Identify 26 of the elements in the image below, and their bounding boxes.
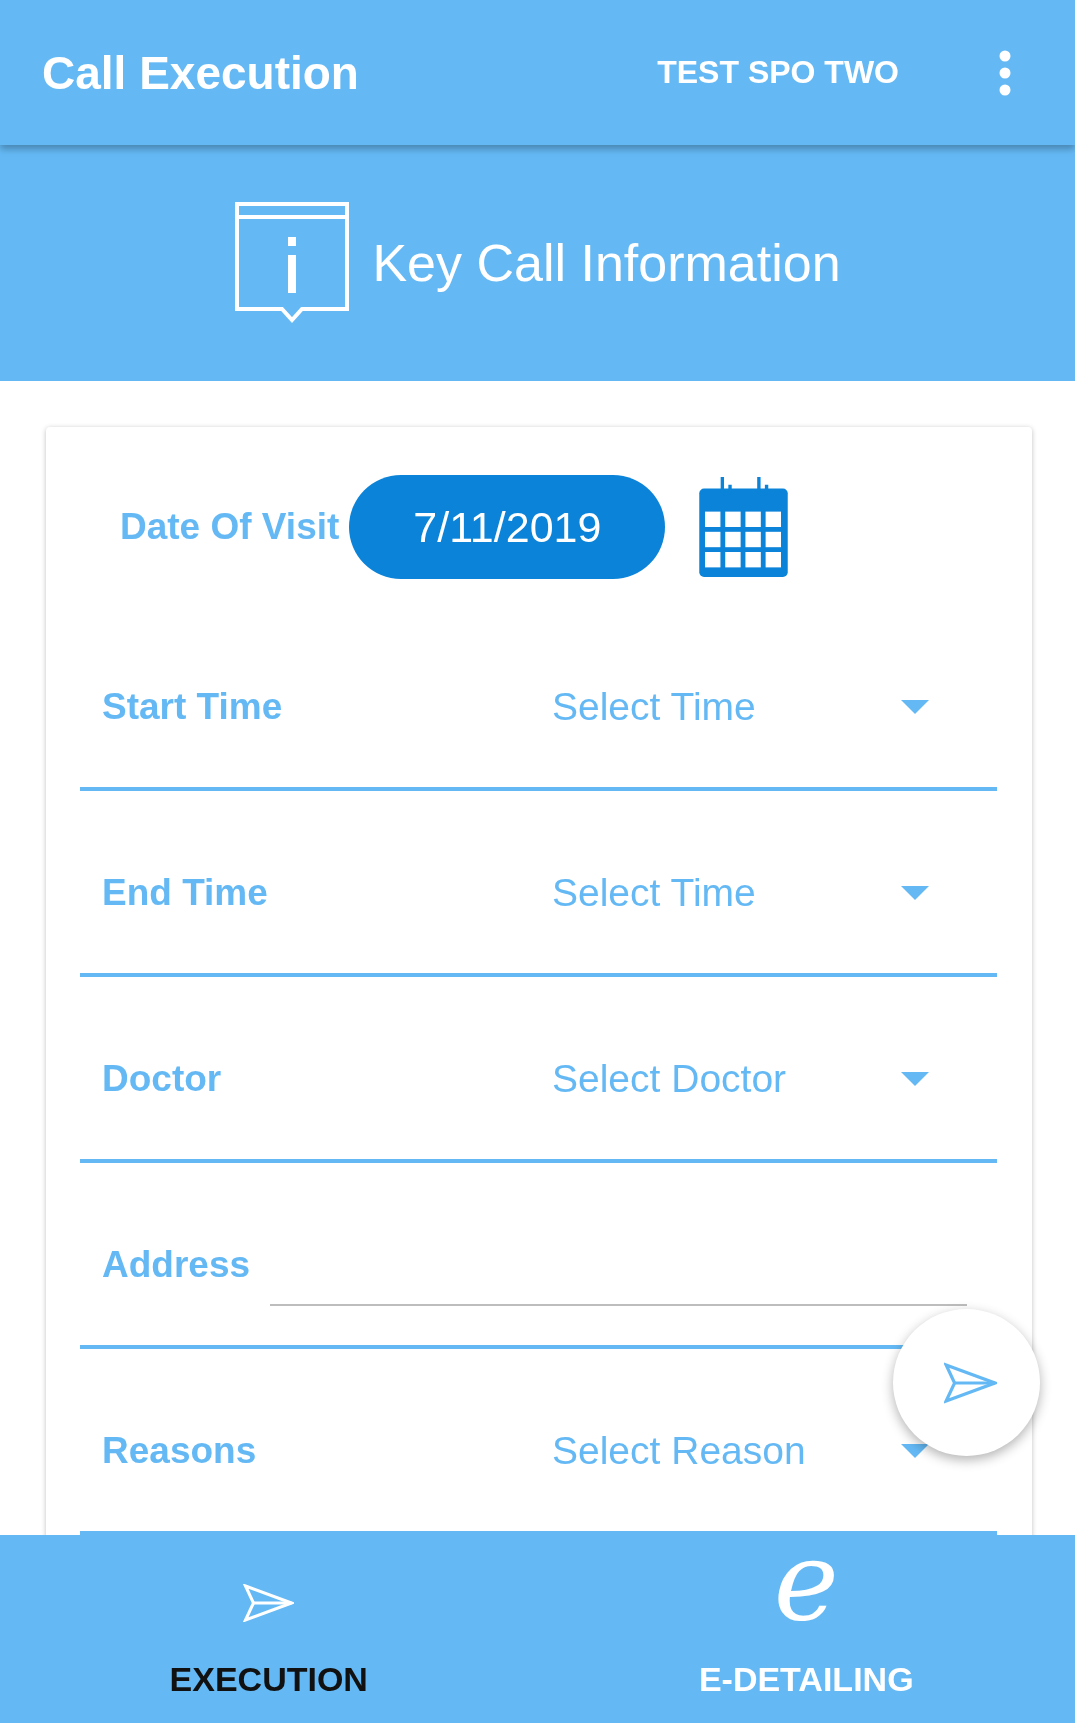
select-dropdown[interactable]: Select Time (552, 685, 756, 729)
send-icon (944, 1361, 997, 1404)
screen-title: Call Execution (42, 45, 360, 100)
select-dropdown[interactable]: Select Doctor (552, 1057, 787, 1101)
send-icon (243, 1584, 295, 1622)
nav-tab[interactable]: EXECUTION (0, 1535, 538, 1723)
field-label: Date Of Visit (120, 506, 340, 548)
caret-icon[interactable] (901, 1444, 929, 1458)
script-e-icon: e (773, 1540, 839, 1622)
info-icon (234, 201, 351, 325)
field-label: End Time (102, 872, 269, 914)
select-dropdown[interactable]: Select Reason (552, 1429, 806, 1473)
field-label: Doctor (102, 1058, 223, 1100)
caret-icon[interactable] (901, 886, 929, 900)
more-menu-icon[interactable] (999, 49, 1011, 96)
select-dropdown[interactable]: Select Time (552, 871, 756, 915)
calendar-icon[interactable] (699, 477, 789, 577)
field-label: Reasons (102, 1430, 258, 1472)
user-name: TEST SPO TWO (657, 54, 899, 91)
field-label: Address (102, 1244, 251, 1286)
caret-icon[interactable] (901, 1072, 929, 1086)
date-button[interactable]: 7/11/2019 (349, 475, 666, 579)
caret-icon[interactable] (901, 700, 929, 714)
banner-title: Key Call Information (372, 233, 841, 293)
nav-tab[interactable]: e E-DETAILING (537, 1535, 1075, 1723)
field-label: Start Time (102, 686, 284, 728)
